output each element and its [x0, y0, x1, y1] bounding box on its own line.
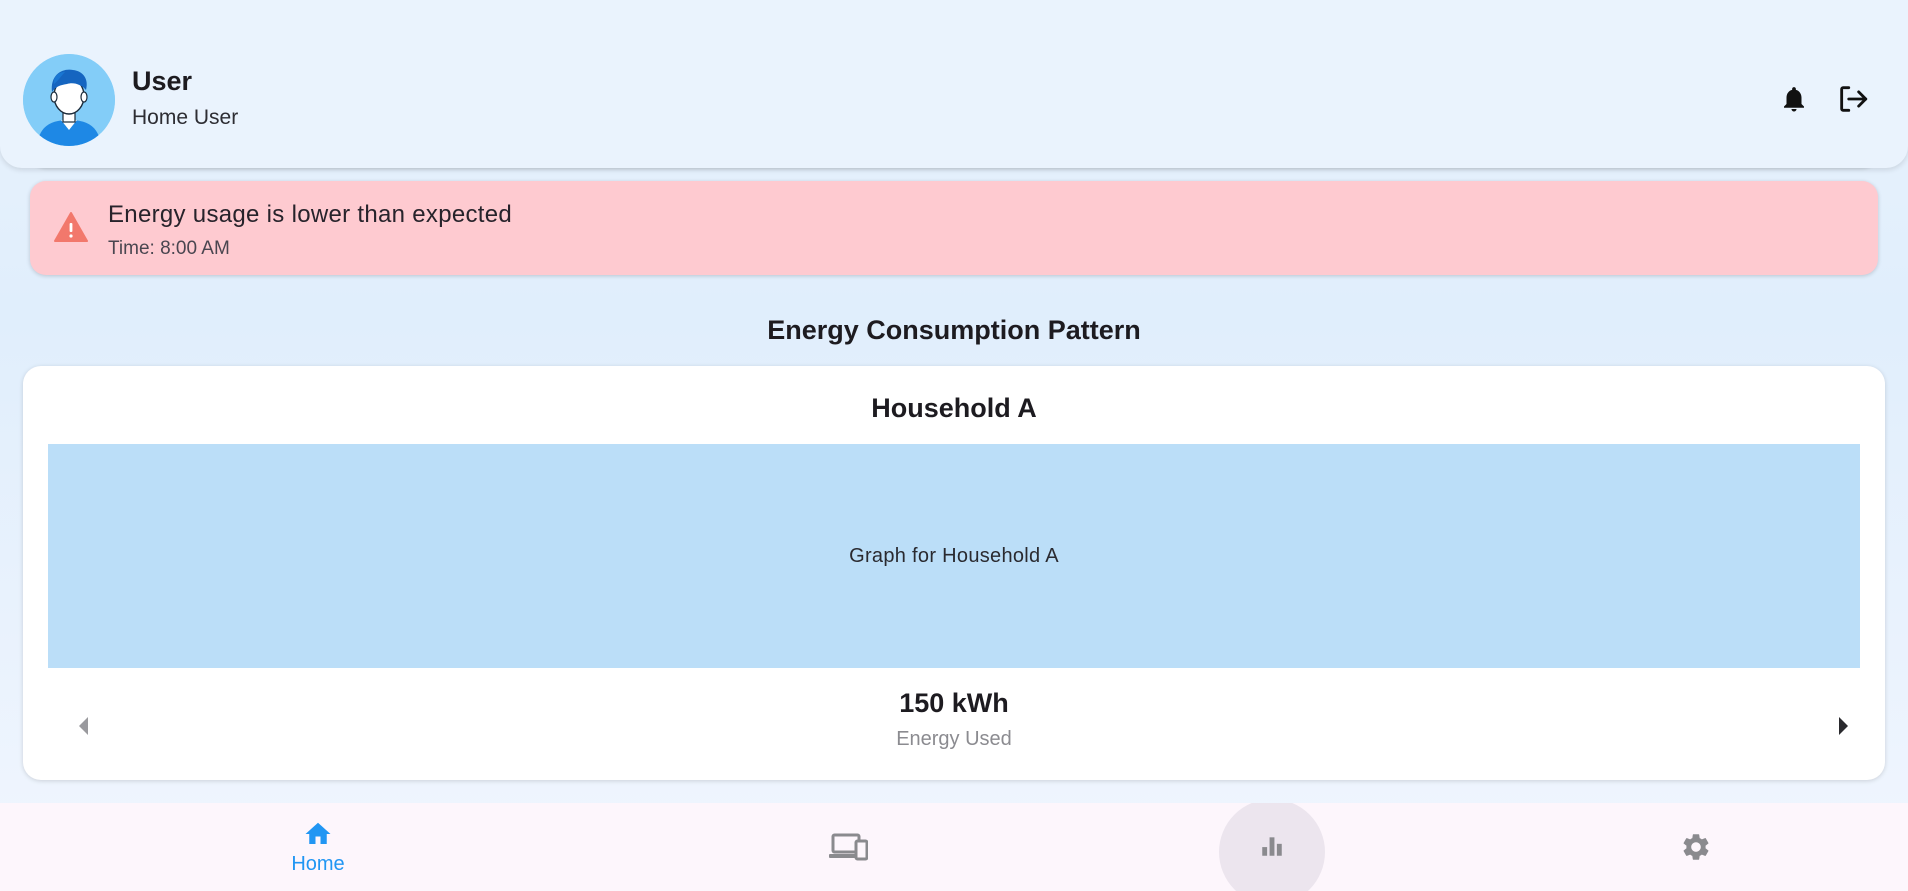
nav-item-settings[interactable] — [1636, 803, 1756, 891]
household-name: Household A — [871, 393, 1037, 423]
energy-value: 150 kWh — [899, 688, 1009, 718]
person-avatar-icon[interactable] — [23, 54, 115, 146]
alert-card[interactable]: Energy usage is lower than expected Time… — [30, 181, 1878, 275]
user-name: User — [132, 66, 193, 96]
graph-placeholder-label: Graph for Household A — [849, 544, 1059, 567]
app-header: User Home User — [0, 0, 1908, 168]
logout-button[interactable] — [1829, 75, 1877, 123]
nav-item-stats[interactable] — [1219, 803, 1325, 891]
nav-item-home[interactable]: Home — [258, 803, 378, 891]
notifications-button[interactable] — [1770, 75, 1818, 123]
gear-icon — [1683, 834, 1709, 860]
bell-icon — [1784, 87, 1804, 112]
graph-placeholder: Graph for Household A — [48, 444, 1860, 668]
nav-item-devices[interactable] — [788, 803, 908, 891]
next-household-button[interactable] — [1824, 704, 1864, 748]
devices-icon — [829, 833, 868, 861]
alert-time: Time: 8:00 AM — [108, 238, 230, 259]
warning-icon — [54, 212, 88, 242]
section-title: Energy Consumption Pattern — [767, 315, 1141, 345]
caret-right-icon — [1839, 717, 1848, 735]
bar-chart-icon — [1262, 837, 1282, 856]
energy-caption: Energy Used — [896, 728, 1012, 750]
bottom-navigation: Home — [0, 803, 1908, 891]
household-card: Household A Graph for Household A 150 kW… — [23, 366, 1885, 780]
alert-title: Energy usage is lower than expected — [108, 201, 513, 228]
nav-item-home-label: Home — [291, 852, 345, 875]
home-icon — [305, 822, 331, 844]
logout-icon — [1840, 86, 1868, 112]
user-role: Home User — [132, 106, 239, 129]
